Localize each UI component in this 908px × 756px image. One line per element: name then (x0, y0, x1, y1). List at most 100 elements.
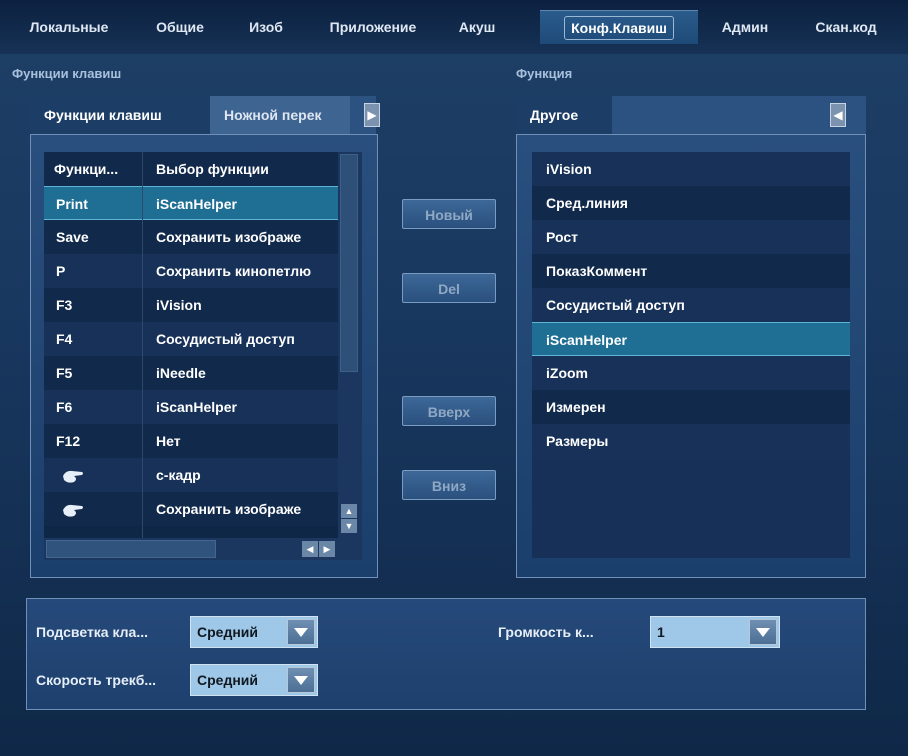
key-name: Save (56, 229, 89, 245)
list-item-label: ПоказКоммент (546, 263, 648, 279)
function-list: iVision Сред.линия Рост ПоказКоммент Сосудис… (532, 152, 850, 558)
tab-local[interactable]: Локальные (10, 10, 128, 44)
triangle-left-icon: ◀ (833, 108, 843, 122)
key-functions-table: Функци... Выбор функции Print iScanHelper… (44, 152, 362, 538)
backlight-dropdown[interactable]: Средний (190, 616, 318, 648)
table-row[interactable]: P Сохранить кинопетлю (44, 254, 362, 288)
subtab-key-functions[interactable]: Функции клавиш (30, 96, 210, 134)
key-name: F12 (56, 433, 81, 449)
scroll-right-icon[interactable]: ▶ (319, 541, 335, 557)
column-header-key[interactable]: Функци... (54, 152, 142, 186)
list-item-label: Рост (546, 229, 578, 245)
list-item[interactable]: iZoom (532, 356, 850, 390)
subtab-foot-switch[interactable]: Ножной перек (210, 96, 350, 134)
list-item[interactable]: Сосудистый доступ (532, 288, 850, 322)
list-item[interactable]: ПоказКоммент (532, 254, 850, 288)
tab-admin-label: Админ (721, 19, 769, 35)
vertical-scrollbar[interactable]: ▲ ▼ (338, 152, 362, 538)
tab-obstetrics-label: Акуш (458, 19, 496, 35)
table-row[interactable]: Save Сохранить изображе (44, 220, 362, 254)
move-down-button[interactable]: Вниз (402, 470, 496, 500)
scrollbar-thumb[interactable] (340, 154, 358, 372)
table-row[interactable]: с-кадр (44, 458, 362, 492)
foot-pedal-left-icon (56, 458, 136, 492)
key-volume-dropdown[interactable]: 1 (650, 616, 780, 648)
list-item-label: Сосудистый доступ (546, 297, 685, 313)
list-item-label: iVision (546, 161, 592, 177)
table-row[interactable]: F4 Сосудистый доступ (44, 322, 362, 356)
list-item[interactable]: Размеры (532, 424, 850, 458)
tab-key-config-label: Конф.Клавиш (564, 16, 674, 40)
list-item[interactable]: iScanHelper (532, 322, 850, 356)
function-name: iScanHelper (156, 196, 237, 212)
list-item[interactable]: iVision (532, 152, 850, 186)
chevron-down-icon[interactable] (287, 619, 315, 645)
list-item-label: Сред.линия (546, 195, 628, 211)
tab-image[interactable]: Изоб (230, 10, 302, 44)
chevron-down-icon[interactable] (749, 619, 777, 645)
table-row[interactable]: F12 Нет (44, 424, 362, 458)
tab-general[interactable]: Общие (138, 10, 222, 44)
table-row[interactable]: Сохранить изображе (44, 492, 362, 526)
list-item[interactable]: Рост (532, 220, 850, 254)
column-header-function[interactable]: Выбор функции (156, 152, 342, 186)
trackball-speed-label: Скорость трекб... (36, 672, 157, 688)
delete-button[interactable]: Del (402, 273, 496, 303)
key-name: P (56, 263, 66, 279)
table-row[interactable]: Print iScanHelper (44, 186, 362, 220)
tab-scan-code-label: Скан.код (815, 19, 877, 35)
settings-panel (26, 598, 866, 710)
list-item[interactable]: Сред.линия (532, 186, 850, 220)
scroll-left-icon[interactable]: ◀ (302, 541, 318, 557)
tab-application-label: Приложение (329, 19, 417, 35)
function-name: iVision (156, 297, 202, 313)
subtab-scroll-right-button[interactable]: ▶ (364, 103, 380, 127)
scroll-down-icon[interactable]: ▼ (341, 519, 357, 533)
table-row[interactable]: F3 iVision (44, 288, 362, 322)
tab-admin[interactable]: Админ (700, 10, 790, 44)
key-volume-label: Громкость к... (498, 624, 594, 640)
key-name: F5 (56, 365, 73, 381)
backlight-label: Подсветка кла... (36, 624, 149, 640)
key-name: Print (56, 196, 88, 212)
table-header: Функци... Выбор функции (44, 152, 362, 186)
list-item-label: iScanHelper (546, 332, 627, 348)
foot-pedal-middle-icon (56, 492, 136, 526)
subtab-scroll-left-button[interactable]: ◀ (830, 103, 846, 127)
key-name: F3 (56, 297, 73, 313)
tab-key-config[interactable]: Конф.Клавиш (540, 10, 698, 44)
table-row[interactable]: F5 iNeedle (44, 356, 362, 390)
move-up-button[interactable]: Вверх (402, 396, 496, 426)
tab-local-label: Локальные (29, 19, 109, 35)
function-name: iScanHelper (156, 399, 237, 415)
function-name: iNeedle (156, 365, 206, 381)
trackball-speed-dropdown[interactable]: Средний (190, 664, 318, 696)
list-item-label: Размеры (546, 433, 609, 449)
scroll-up-icon[interactable]: ▲ (341, 504, 357, 518)
table-row[interactable]: F6 iScanHelper (44, 390, 362, 424)
horizontal-scrollbar[interactable]: ◀ ▶ (44, 538, 362, 560)
subtab-other[interactable]: Другое (516, 96, 612, 134)
tab-obstetrics[interactable]: Акуш (440, 10, 514, 44)
list-item[interactable]: Измерен (532, 390, 850, 424)
horizontal-scrollbar-thumb[interactable] (46, 540, 216, 558)
key-name: F6 (56, 399, 73, 415)
function-name: Нет (156, 433, 181, 449)
tab-general-label: Общие (156, 19, 204, 35)
top-tab-bar: Локальные Общие Изоб Приложение Акуш Кон… (0, 0, 908, 54)
chevron-down-icon[interactable] (287, 667, 315, 693)
trackball-speed-value: Средний (197, 672, 259, 688)
right-subtab-strip: Другое ◀ (516, 96, 866, 134)
function-name: Сохранить изображе (156, 229, 302, 245)
tab-image-label: Изоб (249, 19, 283, 35)
triangle-right-icon: ▶ (367, 108, 377, 122)
function-name: с-кадр (156, 467, 201, 483)
key-functions-section-title: Функции клавиш (12, 66, 122, 81)
key-volume-value: 1 (657, 624, 665, 640)
backlight-value: Средний (197, 624, 259, 640)
tab-scan-code[interactable]: Скан.код (792, 10, 900, 44)
tab-application[interactable]: Приложение (308, 10, 438, 44)
column-divider (142, 152, 143, 538)
key-name: F4 (56, 331, 73, 347)
new-button[interactable]: Новый (402, 199, 496, 229)
